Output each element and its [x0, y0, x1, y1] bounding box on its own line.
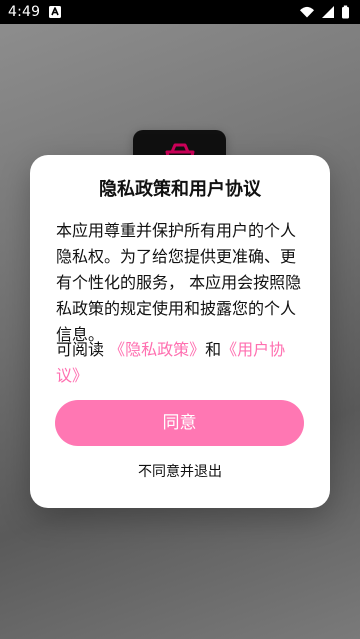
privacy-dialog: 隐私政策和用户协议 本应用尊重并保护所有用户的个人 隐私权。为了给您提供更准确、…: [30, 155, 330, 508]
status-left: 4:49: [8, 5, 62, 19]
a-box-icon: [48, 5, 62, 19]
battery-icon: [341, 5, 350, 19]
status-right: [299, 5, 350, 19]
wifi-icon: [299, 5, 315, 19]
screen: 4:49 隐私政策和用户协议 本应用尊重并保护所有用户的个人 隐私权。为了给您提…: [0, 0, 360, 639]
dialog-title: 隐私政策和用户协议: [99, 179, 261, 200]
status-bar: 4:49: [0, 0, 360, 24]
status-time: 4:49: [8, 4, 41, 20]
read-policy-line: 可阅读 《隐私政策》和《用户协议》: [56, 337, 306, 389]
dialog-body-text: 本应用尊重并保护所有用户的个人 隐私权。为了给您提供更准确、更 有个性化的服务，…: [56, 221, 302, 344]
and-text: 和: [205, 340, 222, 359]
privacy-policy-link[interactable]: 《隐私政策》: [109, 340, 205, 359]
decline-and-exit-button[interactable]: 不同意并退出: [30, 463, 330, 481]
read-prefix: 可阅读: [56, 340, 110, 359]
agree-button[interactable]: 同意: [55, 400, 304, 446]
cellular-icon: [321, 5, 335, 19]
